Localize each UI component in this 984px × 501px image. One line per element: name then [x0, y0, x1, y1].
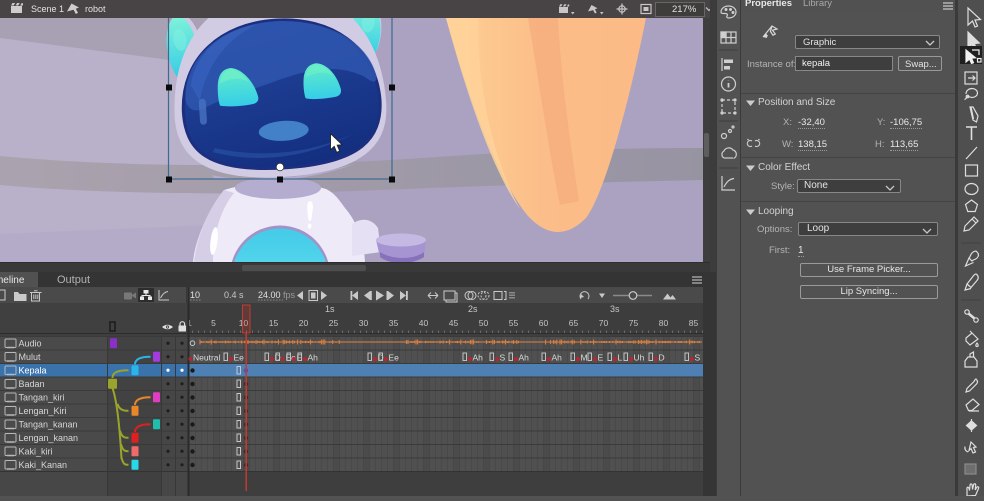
svg-text:40: 40	[419, 318, 429, 328]
svg-text:20: 20	[299, 318, 309, 328]
svg-text:Kepala: Kepala	[19, 366, 47, 376]
svg-text:60: 60	[539, 318, 549, 328]
svg-text:E: E	[598, 353, 604, 363]
svg-text:85: 85	[689, 318, 699, 328]
svg-text:Output: Output	[57, 274, 90, 286]
svg-text:10: 10	[190, 290, 200, 300]
svg-text:Uh: Uh	[634, 353, 645, 363]
svg-text:Ee: Ee	[389, 353, 400, 363]
svg-text:30: 30	[359, 318, 369, 328]
svg-text:Tangan_kanan: Tangan_kanan	[19, 420, 78, 430]
svg-text:80: 80	[659, 318, 669, 328]
svg-text:S: S	[695, 353, 701, 363]
svg-text:D: D	[659, 353, 665, 363]
svg-text:Audio: Audio	[19, 339, 42, 349]
svg-text:50: 50	[479, 318, 489, 328]
svg-text:15: 15	[269, 318, 279, 328]
svg-text:0.4 s: 0.4 s	[224, 290, 244, 300]
svg-text:2s: 2s	[468, 304, 478, 314]
svg-text:Ah: Ah	[519, 353, 530, 363]
svg-text:24.00 fps: 24.00 fps	[258, 290, 296, 300]
svg-text:Timeline: Timeline	[0, 275, 25, 286]
svg-text:3s: 3s	[610, 304, 620, 314]
svg-text:35: 35	[389, 318, 399, 328]
svg-text:Ah: Ah	[552, 353, 563, 363]
svg-text:Ah: Ah	[308, 353, 319, 363]
svg-text:Neutral: Neutral	[193, 353, 221, 363]
svg-text:1s: 1s	[325, 304, 335, 314]
svg-text:Tangan_kiri: Tangan_kiri	[19, 393, 65, 403]
svg-text:Lengan_kanan: Lengan_kanan	[19, 433, 79, 443]
svg-text:Kaki_Kanan: Kaki_Kanan	[19, 460, 68, 470]
svg-text:Ee: Ee	[234, 353, 245, 363]
svg-text:Kaki_kiri: Kaki_kiri	[19, 447, 53, 457]
svg-text:75: 75	[629, 318, 639, 328]
svg-text:25: 25	[329, 318, 339, 328]
svg-text:Lengan_Kiri: Lengan_Kiri	[19, 406, 67, 416]
svg-text:55: 55	[509, 318, 519, 328]
svg-text:L: L	[618, 353, 623, 363]
svg-text:5: 5	[211, 318, 216, 328]
svg-text:Badan: Badan	[19, 379, 45, 389]
svg-text:S: S	[500, 353, 506, 363]
svg-text:70: 70	[599, 318, 609, 328]
svg-text:Ah: Ah	[473, 353, 484, 363]
svg-text:65: 65	[569, 318, 579, 328]
svg-text:Mulut: Mulut	[19, 352, 42, 362]
svg-text:45: 45	[449, 318, 459, 328]
svg-text:M: M	[581, 353, 588, 363]
